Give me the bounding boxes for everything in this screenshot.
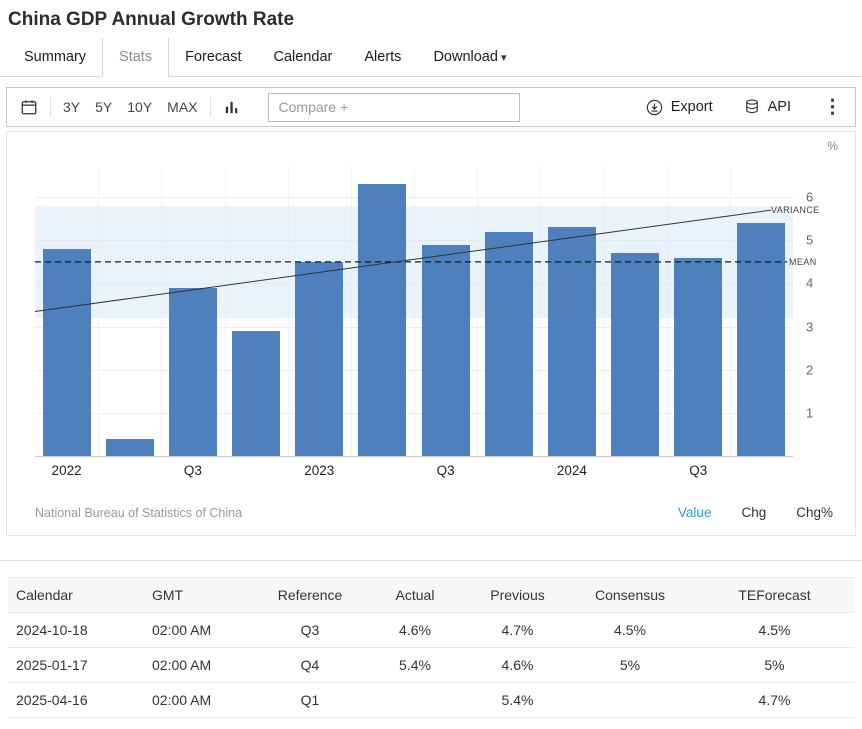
table-cell: 2025-04-16 [8,692,140,708]
x-tick-label: 2024 [557,463,587,478]
toolbar-right: Export API ⋮ [645,96,842,119]
database-icon [743,98,761,116]
table-cell: Q3 [260,622,360,638]
table-cell: 5.4% [470,692,565,708]
tab-stats[interactable]: Stats [102,38,169,77]
column-header: TEForecast [695,587,854,603]
range-max[interactable]: MAX [167,99,197,115]
y-tick-label: 6 [806,190,813,205]
table-cell: 02:00 AM [140,692,260,708]
y-tick-label: 1 [806,405,813,420]
tab-label: Alerts [364,49,401,65]
column-header: Reference [260,587,360,603]
range-buttons: 3Y 5Y 10Y MAX [63,99,198,115]
y-tick-label: 2 [806,362,813,377]
page-title: China GDP Annual Growth Rate [0,0,862,38]
calendar-icon[interactable] [20,98,38,116]
cloud-download-icon [645,98,664,117]
calendar-table: CalendarGMTReferenceActualPreviousConsen… [8,577,854,718]
table-cell: Q1 [260,692,360,708]
tab-summary[interactable]: Summary [8,38,102,76]
toolbar-separator [50,97,51,117]
plot-area: 1234562022Q32023Q32024Q3VARIANCEMEAN [35,167,793,457]
caret-down-icon: ▾ [498,52,507,64]
chart-lines-overlay [35,167,793,456]
tab-label: Forecast [185,49,241,65]
table-cell: 02:00 AM [140,657,260,673]
tab-label: Summary [24,49,86,65]
table-cell: Q4 [260,657,360,673]
tab-alerts[interactable]: Alerts [348,38,417,76]
range-5y[interactable]: 5Y [95,99,112,115]
column-header: GMT [140,587,260,603]
tab-bar: Summary Stats Forecast Calendar Alerts Downlo… [0,38,862,77]
variance-line-label: VARIANCE [771,205,820,215]
table-row[interactable]: 2025-01-1702:00 AMQ45.4%4.6%5%5% [8,648,854,683]
table-cell: 2024-10-18 [8,622,140,638]
table-cell: 4.5% [695,622,854,638]
x-tick-label: Q3 [689,463,707,478]
table-cell: 2025-01-17 [8,657,140,673]
export-label: Export [671,99,713,115]
table-cell: 4.7% [695,692,854,708]
legend-chg[interactable]: Chg [741,505,766,520]
export-button[interactable]: Export [645,98,713,117]
table-cell: 5% [565,657,695,673]
tab-forecast[interactable]: Forecast [169,38,257,76]
tab-label: Stats [119,49,152,65]
toolbar: 3Y 5Y 10Y MAX Export [6,87,856,127]
y-tick-label: 3 [806,319,813,334]
x-tick-label: Q3 [437,463,455,478]
tab-calendar[interactable]: Calendar [258,38,349,76]
api-button[interactable]: API [743,98,791,116]
section-divider [0,560,862,561]
table-header-row: CalendarGMTReferenceActualPreviousConsen… [8,577,854,613]
range-3y[interactable]: 3Y [63,99,80,115]
column-header: Previous [470,587,565,603]
compare-input[interactable] [268,93,520,122]
x-tick-label: 2022 [52,463,82,478]
source-label: National Bureau of Statistics of China [35,506,242,520]
chart-footer: National Bureau of Statistics of China V… [35,505,833,520]
column-header: Actual [360,587,470,603]
chart-panel: % 1234562022Q32023Q32024Q3VARIANCEMEAN N… [6,131,856,536]
api-label: API [768,99,791,115]
mean-line-label: MEAN [789,257,817,267]
bar-chart-icon[interactable] [223,99,240,116]
table-cell: 4.6% [360,622,470,638]
table-cell: 4.5% [565,622,695,638]
tab-download[interactable]: Download ▾ [417,38,522,76]
table-cell: 4.7% [470,622,565,638]
table-cell: 4.6% [470,657,565,673]
x-tick-label: Q3 [184,463,202,478]
table-row[interactable]: 2024-10-1802:00 AMQ34.6%4.7%4.5%4.5% [8,613,854,648]
range-10y[interactable]: 10Y [127,99,152,115]
y-tick-label: 5 [806,233,813,248]
column-header: Calendar [8,587,140,603]
legend-chgpct[interactable]: Chg% [796,505,833,520]
table-cell: 5% [695,657,854,673]
y-axis-unit: % [827,139,838,153]
table-row[interactable]: 2025-04-1602:00 AMQ1 5.4% 4.7% [8,683,854,718]
tab-label: Download [433,49,498,65]
kebab-menu-icon[interactable]: ⋮ [821,96,842,119]
legend-value[interactable]: Value [678,505,712,520]
table-cell: 5.4% [360,657,470,673]
x-tick-label: 2023 [304,463,334,478]
tab-label: Calendar [274,49,333,65]
y-tick-label: 4 [806,276,813,291]
column-header: Consensus [565,587,695,603]
toolbar-separator [210,97,211,117]
table-cell: 02:00 AM [140,622,260,638]
chart-legend: Value Chg Chg% [678,505,833,520]
